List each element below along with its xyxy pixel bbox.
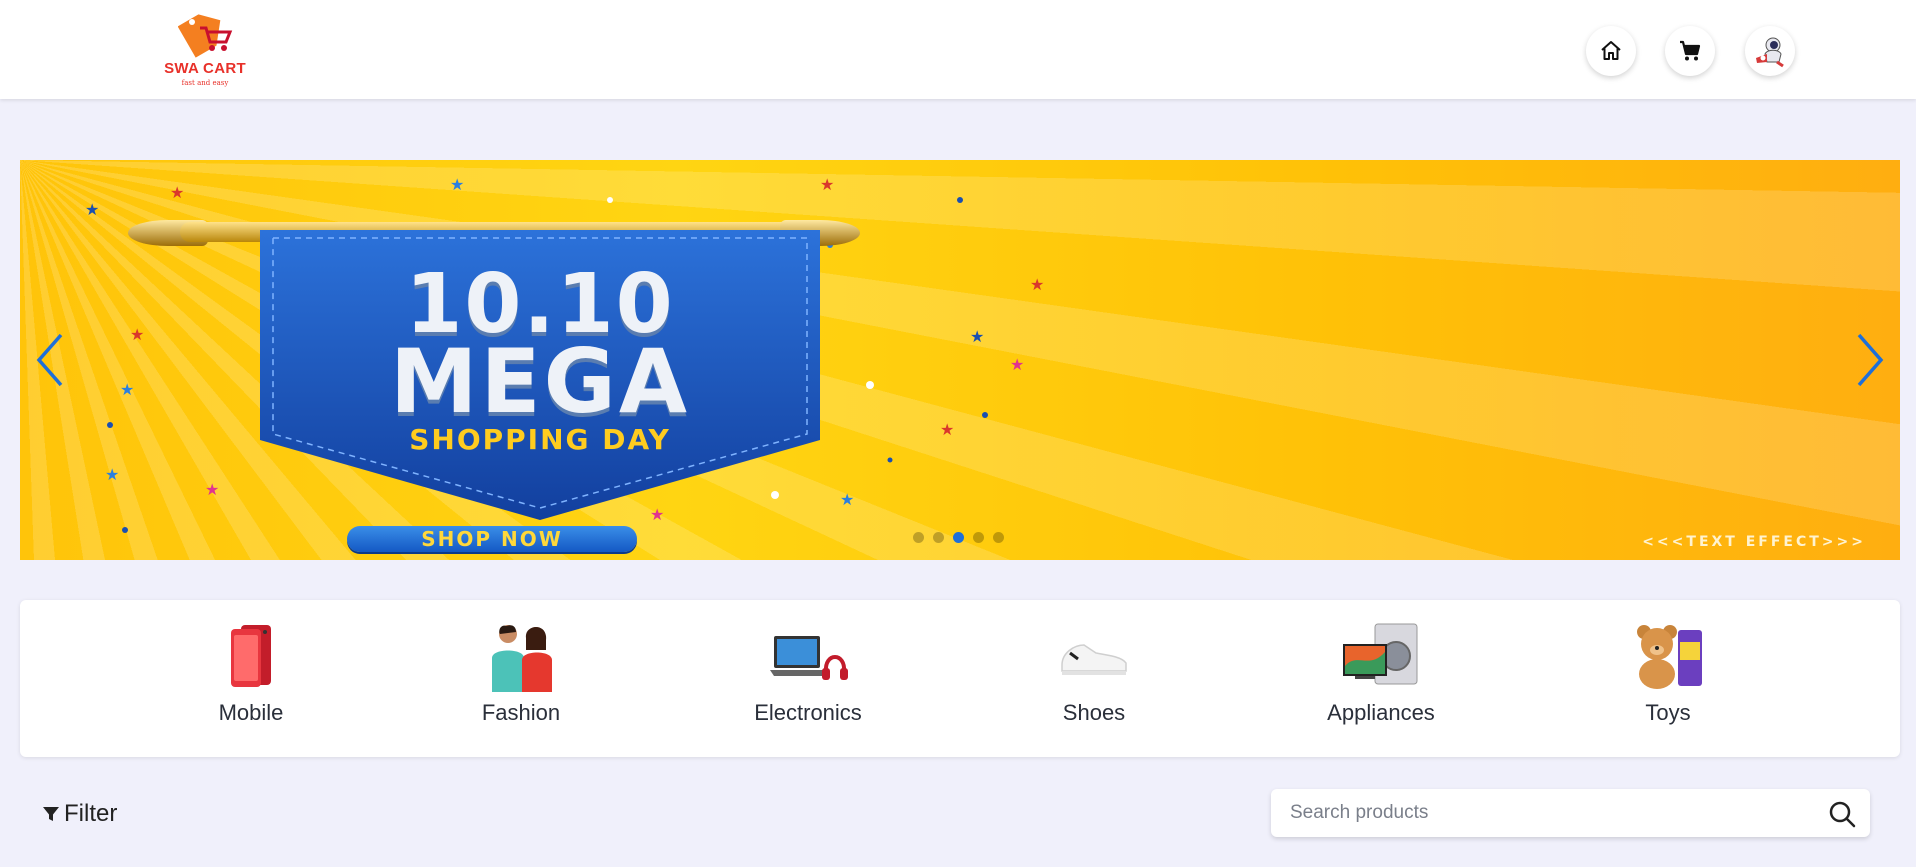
brand-logo[interactable]: SWA CART fast and easy	[160, 10, 250, 90]
svg-text:★: ★	[105, 465, 119, 484]
teddy-bear-toys-image	[1623, 620, 1713, 692]
search-button[interactable]	[1828, 800, 1856, 828]
svg-text:★: ★	[85, 200, 99, 219]
banner-watermark: <<<TEXT EFFECT>>>	[1642, 534, 1866, 550]
home-button[interactable]	[1586, 26, 1636, 76]
svg-text:★: ★	[205, 480, 219, 499]
category-label: Mobile	[218, 700, 284, 725]
chevron-right-icon	[1857, 333, 1884, 387]
hero-carousel[interactable]: ★ ★ ★ ★ ★ ★ ★ ★ ★ ★ ★ ★ ★ ★ ★	[20, 160, 1900, 560]
sneaker-image	[1049, 620, 1139, 692]
category-label: Shoes	[1062, 700, 1126, 725]
svg-text:★: ★	[970, 327, 984, 346]
shop-now-button[interactable]: SHOP NOW	[347, 526, 637, 552]
category-label: Appliances	[1327, 700, 1435, 725]
brand-tagline: fast and easy	[181, 79, 229, 87]
category-appliances[interactable]: Appliances	[1301, 620, 1461, 740]
carousel-dot[interactable]	[933, 532, 944, 543]
search-icon	[1829, 801, 1856, 828]
category-fashion[interactable]: Fashion	[441, 620, 601, 740]
svg-text:★: ★	[1010, 355, 1024, 374]
astronaut-avatar-icon	[1756, 37, 1784, 68]
home-icon	[1601, 41, 1621, 60]
funnel-icon	[43, 807, 59, 821]
filter-label: Filter	[64, 800, 118, 827]
carousel-dot-active[interactable]	[953, 532, 964, 543]
category-toys[interactable]: Toys	[1588, 620, 1748, 740]
mobile-phone-image	[206, 620, 296, 692]
chevron-left-icon	[36, 333, 63, 387]
carousel-dot[interactable]	[993, 532, 1004, 543]
banner-headline-subtitle: SHOPPING DAY	[409, 423, 671, 456]
carousel-dot[interactable]	[973, 532, 984, 543]
category-mobile[interactable]: Mobile	[171, 620, 331, 740]
svg-text:★: ★	[940, 420, 954, 439]
category-strip: Mobile Fashion Electronics Shoes Applian…	[20, 600, 1900, 757]
svg-text:★: ★	[840, 490, 854, 509]
brand-name: SWA CART	[164, 60, 246, 77]
fashion-models-image	[476, 620, 566, 692]
svg-text:★: ★	[170, 183, 184, 202]
filter-button[interactable]: Filter	[42, 800, 117, 828]
category-shoes[interactable]: Shoes	[1014, 620, 1174, 740]
category-label: Fashion	[481, 700, 561, 725]
carousel-next-button[interactable]	[1850, 330, 1890, 390]
svg-text:★: ★	[450, 175, 464, 194]
category-electronics[interactable]: Electronics	[728, 620, 888, 740]
cart-icon	[1680, 40, 1701, 61]
search-bar	[1271, 789, 1870, 837]
svg-text:★: ★	[1030, 275, 1044, 294]
top-navbar: SWA CART fast and easy	[0, 0, 1916, 99]
svg-text:★: ★	[120, 380, 134, 399]
promo-pennant: 10.10 MEGA SHOPPING DAY	[245, 230, 835, 520]
search-input[interactable]	[1271, 789, 1811, 837]
shopping-tag-cart-icon	[178, 14, 233, 58]
banner-headline-mega: MEGA	[389, 330, 691, 433]
tv-washer-image	[1336, 620, 1426, 692]
category-label: Toys	[1645, 700, 1691, 725]
cart-button[interactable]	[1665, 26, 1715, 76]
svg-text:★: ★	[130, 325, 144, 344]
carousel-dot[interactable]	[913, 532, 924, 543]
category-label: Electronics	[754, 700, 862, 725]
svg-text:★: ★	[820, 175, 834, 194]
laptop-headphones-image	[763, 620, 853, 692]
carousel-prev-button[interactable]	[30, 330, 70, 390]
carousel-indicators	[913, 532, 1004, 543]
profile-button[interactable]	[1745, 26, 1795, 76]
